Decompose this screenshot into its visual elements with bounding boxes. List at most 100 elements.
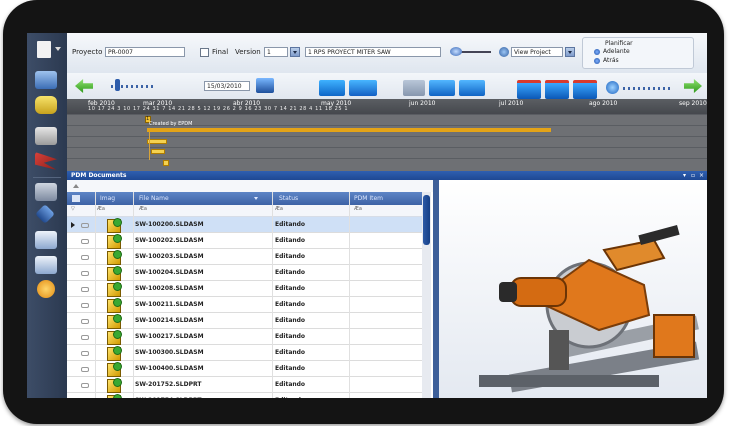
column-header-file-name[interactable]: File Name [139, 192, 169, 205]
close-icon[interactable]: × [699, 172, 704, 179]
table-row[interactable]: SW-100300.SLDASM Editando [67, 345, 422, 361]
assembly-file-badge-icon [113, 362, 122, 371]
layout2-button[interactable] [545, 80, 569, 99]
column-header-status[interactable]: Status [279, 192, 298, 205]
scissors-icon[interactable] [35, 152, 57, 170]
filter-cell[interactable]: Æa [275, 206, 283, 212]
row-link-icon [81, 319, 89, 324]
status-cell: Editando [275, 365, 306, 372]
new-document-icon[interactable] [37, 41, 51, 58]
row-link-icon [81, 335, 89, 340]
filter-row: ▽ Æa Æa Æa Æa [67, 205, 422, 217]
scrollbar-thumb[interactable] [423, 195, 430, 245]
column-header-imag[interactable]: Imag [100, 192, 115, 205]
project-name-input[interactable]: 1 RPS PROYECT MITER SAW [305, 47, 441, 57]
miter-saw-model-icon [479, 224, 700, 393]
layout1-button[interactable] [517, 80, 541, 99]
table-row[interactable]: SW-100203.SLDASM Editando [67, 249, 422, 265]
status-cell: Editando [275, 269, 306, 276]
row-link-icon [81, 239, 89, 244]
panel-spacer [67, 180, 437, 192]
slider-knob-icon[interactable] [450, 47, 462, 56]
sort-arrow-icon[interactable] [254, 197, 258, 200]
table-row[interactable]: SW-100208.SLDASM Editando [67, 281, 422, 297]
add-circle-icon[interactable] [606, 81, 619, 94]
assembly-file-badge-icon [113, 394, 122, 398]
gantt-subtask-bar[interactable] [151, 149, 165, 154]
month-label: jun 2010 [409, 100, 436, 107]
file-name-cell: SW-201752.SLDPRT [135, 381, 202, 388]
collapse-arrow-icon[interactable] [73, 184, 79, 188]
view-select[interactable]: View Project [511, 47, 563, 57]
final-label: Final [212, 48, 229, 56]
table-row[interactable]: SW-100214.SLDASM Editando [67, 313, 422, 329]
main-area: Proyecto PR-0007 Final Version 1 1 RPS P… [67, 33, 707, 398]
zoom-track[interactable] [623, 87, 673, 90]
version-select[interactable]: 1 [264, 47, 288, 57]
version-dropdown-icon[interactable] [290, 47, 300, 57]
view-project-icon [499, 47, 509, 57]
refresh-icon[interactable] [37, 280, 55, 298]
gantt-chart: feb 2010 mar 2010 abr 2010 may 2010 jun … [67, 99, 707, 171]
proyecto-input[interactable]: PR-0007 [105, 47, 185, 57]
table-row[interactable]: SW-100202.SLDASM Editando [67, 233, 422, 249]
table-row[interactable]: SW-100204.SLDASM Editando [67, 265, 422, 281]
toolbar-separator [33, 177, 61, 178]
column-divider [95, 192, 96, 398]
calendar-icon[interactable] [35, 231, 57, 249]
filter-cell[interactable]: Æa [139, 206, 147, 212]
table-row[interactable]: SW-100400.SLDASM Editando [67, 361, 422, 377]
chart-view-button[interactable] [319, 80, 345, 96]
file-name-cell: SW-100203.SLDASM [135, 253, 204, 260]
final-checkbox[interactable] [200, 48, 209, 57]
expand-icon[interactable] [429, 80, 455, 96]
month-label: sep 2010 [679, 100, 707, 107]
pin-icon[interactable]: ▾ [683, 172, 686, 179]
timeline-knob-icon[interactable] [115, 79, 120, 91]
filter-cell[interactable]: Æa [97, 206, 105, 212]
status-cell: Editando [275, 317, 306, 324]
adelante-radio[interactable] [594, 49, 600, 55]
save-icon[interactable] [35, 71, 57, 89]
table-row[interactable]: SW-100217.SLDASM Editando [67, 329, 422, 345]
minimize-icon[interactable]: ▫ [691, 172, 695, 179]
assembly-file-badge-icon [113, 218, 122, 227]
month-label: jul 2010 [499, 100, 524, 107]
gantt-view-button[interactable] [349, 80, 377, 96]
column-header-pdm-item[interactable]: PDM Item [354, 192, 383, 205]
calendar-clock-icon[interactable] [35, 256, 57, 274]
row-link-icon [81, 287, 89, 292]
vertical-scrollbar[interactable] [422, 192, 431, 398]
assembly-file-badge-icon [113, 330, 122, 339]
image-icon[interactable] [35, 183, 57, 201]
collapse-icon[interactable] [459, 80, 485, 96]
layout3-button[interactable] [573, 80, 597, 99]
table-row[interactable]: SW-100211.SLDASM Editando [67, 297, 422, 313]
status-cell: Editando [275, 237, 306, 244]
calendar-picker-icon[interactable] [256, 78, 274, 93]
disabled-tool-button[interactable] [403, 80, 425, 96]
gantt-subtask-bar[interactable] [147, 139, 167, 144]
database-icon[interactable] [35, 96, 57, 114]
assembly-file-badge-icon [113, 250, 122, 259]
gantt-subtask-bar[interactable] [163, 160, 169, 166]
table-row[interactable]: SW-100200.SLDASM Editando [67, 217, 422, 233]
app-screen: Proyecto PR-0007 Final Version 1 1 RPS P… [27, 33, 707, 398]
view-dropdown-icon[interactable] [565, 47, 575, 57]
diamond-icon[interactable] [35, 204, 55, 224]
filter-icon[interactable]: ▽ [71, 206, 75, 212]
row-link-icon [81, 255, 89, 260]
3d-model-viewer[interactable] [439, 180, 707, 398]
status-cell: Editando [275, 333, 306, 340]
filter-cell[interactable]: Æa [354, 206, 362, 212]
print-icon[interactable] [35, 127, 57, 145]
date-input[interactable]: 15/03/2010 [204, 81, 250, 91]
gantt-task-bar[interactable] [147, 128, 551, 132]
grid-options-icon[interactable] [72, 195, 80, 202]
table-row[interactable]: SW-201754.SLDPRT Editando [67, 393, 422, 398]
dropdown-arrow-icon[interactable] [55, 47, 61, 51]
adelante-label: Adelante [603, 48, 630, 55]
back-arrow-icon[interactable] [75, 79, 93, 93]
atras-radio[interactable] [594, 58, 600, 64]
table-row[interactable]: SW-201752.SLDPRT Editando [67, 377, 422, 393]
